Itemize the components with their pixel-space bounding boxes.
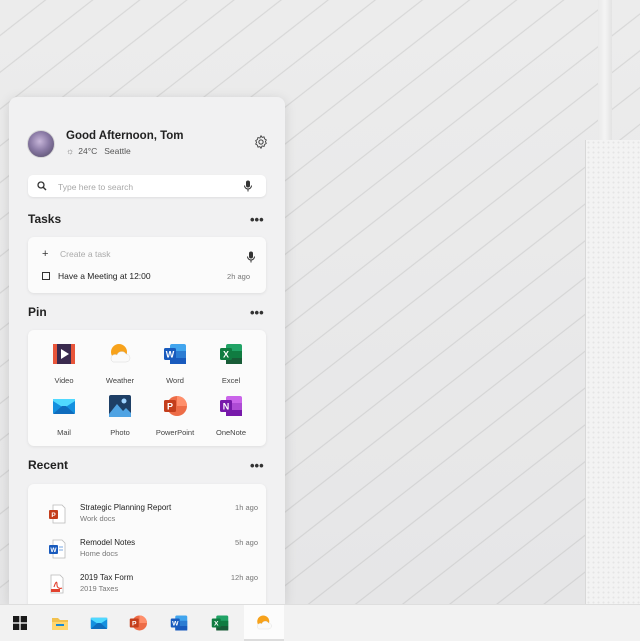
svg-text:W: W	[50, 547, 57, 554]
pin-label: Photo	[110, 428, 130, 437]
pin-title: Pin	[28, 305, 47, 319]
recent-more-button[interactable]: •••	[250, 459, 264, 472]
greeting-header: Good Afternoon, Tom ☼ 24°C Seattle	[27, 130, 271, 166]
mail-icon	[90, 617, 108, 629]
search-box[interactable]	[28, 175, 266, 197]
weather-icon	[110, 344, 131, 363]
recent-item-time: 12h ago	[230, 573, 258, 582]
pin-grid: Video Weather W Word X Excel Mail Photo …	[28, 330, 266, 446]
taskbar-start-button[interactable]	[0, 605, 40, 641]
recent-title: Recent	[28, 458, 69, 472]
taskbar-powerpoint[interactable]: P	[118, 605, 158, 641]
location-text: Seattle	[104, 146, 131, 156]
pin-label: Word	[166, 376, 184, 385]
create-task-row[interactable]: + Create a task	[42, 247, 111, 261]
pin-word[interactable]: W Word	[147, 342, 203, 394]
file-explorer-icon	[52, 618, 68, 630]
recent-item[interactable]: P Strategic Planning Report Work docs 1h…	[48, 502, 258, 532]
microphone-icon[interactable]	[246, 251, 256, 263]
weather-summary: ☼ 24°C Seattle	[66, 146, 131, 156]
pin-video[interactable]: Video	[36, 342, 92, 394]
taskbar-mail[interactable]	[79, 605, 119, 641]
wall-pillar	[598, 0, 612, 140]
greeting-text: Good Afternoon, Tom	[66, 130, 184, 142]
svg-text:N: N	[223, 402, 230, 412]
taskbar: P W X	[0, 604, 640, 641]
svg-text:X: X	[214, 621, 219, 628]
create-task-placeholder: Create a task	[60, 249, 111, 259]
svg-text:P: P	[132, 621, 137, 628]
tasks-title: Tasks	[28, 212, 62, 226]
search-icon	[37, 181, 47, 191]
pin-label: PowerPoint	[155, 428, 195, 437]
pin-weather[interactable]: Weather	[92, 342, 148, 394]
mail-icon	[53, 399, 75, 414]
pin-excel[interactable]: X Excel	[203, 342, 259, 394]
pin-label: Excel	[221, 376, 241, 385]
recent-item-location: 2019 Taxes	[80, 584, 119, 593]
recent-item-location: Home docs	[80, 549, 118, 558]
recent-item[interactable]: W Remodel Notes Home docs 5h ago	[48, 537, 258, 567]
recent-item-name: Remodel Notes	[80, 538, 136, 547]
recent-item-time: 1h ago	[235, 503, 258, 512]
pin-card: Video Weather W Word X Excel Mail Photo …	[28, 330, 266, 446]
svg-text:P: P	[167, 402, 173, 412]
gear-icon[interactable]	[253, 134, 269, 150]
sun-icon: ☼	[66, 146, 75, 156]
svg-text:P: P	[51, 512, 56, 519]
temperature-text: 24°C	[78, 146, 98, 156]
recent-item[interactable]: 2019 Tax Form 2019 Taxes 12h ago	[48, 572, 258, 602]
onenote-icon: N	[220, 396, 242, 416]
photo-icon	[109, 395, 131, 417]
start-panel: Good Afternoon, Tom ☼ 24°C Seattle Tasks…	[9, 97, 285, 604]
weather-icon	[257, 615, 272, 630]
word-icon: W	[170, 615, 188, 631]
task-item[interactable]: Have a Meeting at 12:00	[42, 269, 252, 283]
task-time: 2h ago	[227, 272, 250, 281]
pin-mail[interactable]: Mail	[36, 394, 92, 446]
microphone-icon[interactable]	[243, 180, 253, 192]
pin-label: OneNote	[215, 428, 247, 437]
pin-onenote[interactable]: N OneNote	[203, 394, 259, 446]
powerpoint-file-icon: P	[49, 504, 66, 524]
recent-item-location: Work docs	[80, 514, 116, 523]
search-input[interactable]	[56, 178, 240, 196]
pin-label: Video	[54, 376, 74, 385]
wall-panel	[585, 140, 640, 604]
pin-more-button[interactable]: •••	[250, 306, 264, 319]
powerpoint-icon: P	[129, 615, 147, 631]
taskbar-file-explorer[interactable]	[40, 605, 80, 641]
taskbar-weather[interactable]	[244, 605, 284, 641]
word-icon: W	[164, 344, 186, 364]
powerpoint-icon: P	[164, 396, 187, 416]
svg-text:W: W	[166, 350, 175, 360]
pin-label: Weather	[105, 376, 135, 385]
tasks-more-button[interactable]: •••	[250, 213, 264, 226]
task-checkbox[interactable]	[42, 272, 50, 280]
pin-photo[interactable]: Photo	[92, 394, 148, 446]
pdf-file-icon	[50, 574, 64, 594]
task-label: Have a Meeting at 12:00	[58, 271, 151, 281]
windows-start-icon	[13, 616, 27, 630]
pin-label: Mail	[57, 428, 71, 437]
video-icon	[53, 344, 75, 364]
recent-item-name: Strategic Planning Report	[80, 503, 172, 512]
word-file-icon: W	[49, 539, 66, 559]
recent-card: P Strategic Planning Report Work docs 1h…	[28, 484, 266, 604]
recent-item-name: 2019 Tax Form	[80, 573, 134, 582]
avatar[interactable]	[27, 130, 55, 158]
taskbar-word[interactable]: W	[159, 605, 199, 641]
excel-icon: X	[211, 615, 229, 631]
tasks-card: + Create a task Have a Meeting at 12:00 …	[28, 237, 266, 293]
svg-text:W: W	[172, 621, 179, 628]
add-icon: +	[42, 248, 49, 260]
taskbar-excel[interactable]: X	[200, 605, 240, 641]
svg-text:X: X	[223, 350, 229, 360]
pin-powerpoint[interactable]: P PowerPoint	[147, 394, 203, 446]
excel-icon: X	[220, 344, 242, 364]
recent-item-time: 5h ago	[235, 538, 258, 547]
